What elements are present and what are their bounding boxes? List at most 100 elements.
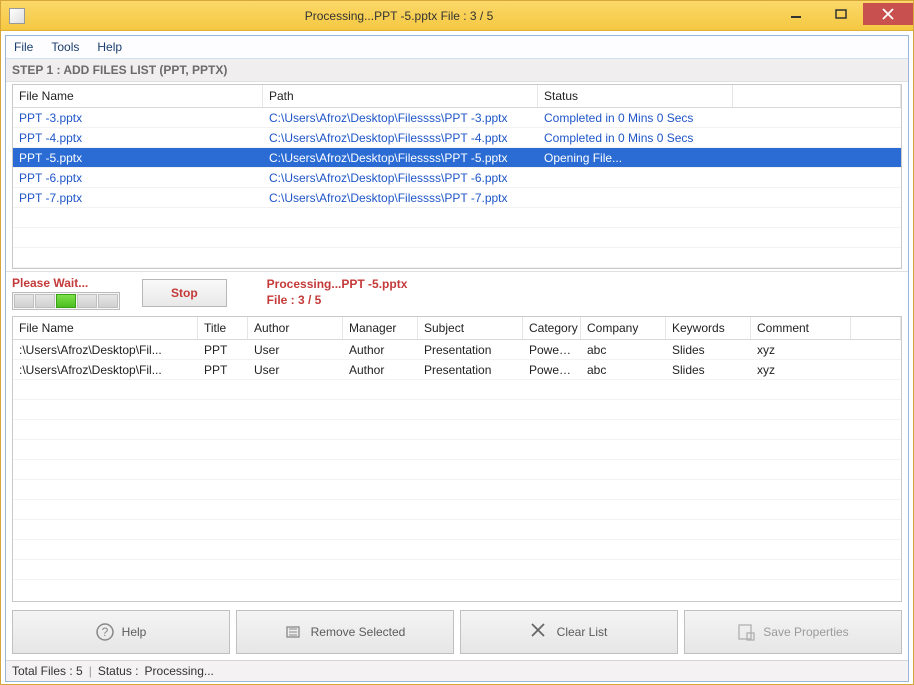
table-row-empty bbox=[13, 440, 901, 460]
table-row-empty bbox=[13, 480, 901, 500]
maximize-icon bbox=[835, 8, 847, 20]
table-row-empty bbox=[13, 560, 901, 580]
col2-manager[interactable]: Manager bbox=[343, 317, 418, 339]
progress-segment bbox=[77, 294, 97, 308]
col-extra bbox=[733, 85, 901, 107]
col-path[interactable]: Path bbox=[263, 85, 538, 107]
cell-extra bbox=[733, 196, 901, 200]
cell-keywords: Slides bbox=[666, 341, 751, 359]
col-filename[interactable]: File Name bbox=[13, 85, 263, 107]
statusbar: Total Files : 5 | Status : Processing... bbox=[6, 660, 908, 681]
processing-text: Processing...PPT -5.pptx File : 3 / 5 bbox=[267, 277, 408, 308]
cell-category: Powerp... bbox=[523, 341, 581, 359]
app-icon bbox=[9, 8, 25, 24]
col2-author[interactable]: Author bbox=[248, 317, 343, 339]
remove-button-label: Remove Selected bbox=[311, 625, 406, 639]
progress-bar bbox=[12, 292, 120, 310]
table-row-empty bbox=[13, 248, 901, 268]
properties-grid: File Name Title Author Manager Subject C… bbox=[12, 316, 902, 602]
cell-extra bbox=[733, 156, 901, 160]
progress-segment bbox=[14, 294, 34, 308]
window-title: Processing...PPT -5.pptx File : 3 / 5 bbox=[25, 9, 773, 23]
save-properties-button[interactable]: Save Properties bbox=[684, 610, 902, 654]
cell-status bbox=[538, 176, 733, 180]
cell-company: abc bbox=[581, 361, 666, 379]
cell-path: C:\Users\Afroz\Desktop\Filessss\PPT -3.p… bbox=[263, 109, 538, 127]
cell-path: C:\Users\Afroz\Desktop\Filessss\PPT -6.p… bbox=[263, 169, 538, 187]
clear-button-label: Clear List bbox=[557, 625, 608, 639]
save-icon bbox=[737, 623, 755, 641]
cell-company: abc bbox=[581, 341, 666, 359]
cell-filename: PPT -6.pptx bbox=[13, 169, 263, 187]
cell-path: C:\Users\Afroz\Desktop\Filessss\PPT -7.p… bbox=[263, 189, 538, 207]
menu-tools[interactable]: Tools bbox=[51, 40, 79, 54]
col2-company[interactable]: Company bbox=[581, 317, 666, 339]
cell-filename: PPT -5.pptx bbox=[13, 149, 263, 167]
cell-status: Completed in 0 Mins 0 Secs bbox=[538, 129, 733, 147]
table-row-empty bbox=[13, 460, 901, 480]
remove-icon bbox=[285, 623, 303, 641]
maximize-button[interactable] bbox=[818, 3, 863, 25]
table-row[interactable]: PPT -5.pptxC:\Users\Afroz\Desktop\Filess… bbox=[13, 148, 901, 168]
files-grid: File Name Path Status PPT -3.pptxC:\User… bbox=[12, 84, 902, 269]
progress-segment bbox=[98, 294, 118, 308]
col2-category[interactable]: Category bbox=[523, 317, 581, 339]
table-row[interactable]: PPT -7.pptxC:\Users\Afroz\Desktop\Filess… bbox=[13, 188, 901, 208]
properties-grid-header: File Name Title Author Manager Subject C… bbox=[13, 317, 901, 340]
stop-button[interactable]: Stop bbox=[142, 279, 227, 307]
progress-segment bbox=[56, 294, 76, 308]
status-value: Processing... bbox=[145, 664, 214, 678]
table-row-empty bbox=[13, 520, 901, 540]
status-total-files: Total Files : 5 bbox=[12, 664, 83, 678]
cell-title: PPT bbox=[198, 361, 248, 379]
table-row-empty bbox=[13, 420, 901, 440]
cell-filename: :\Users\Afroz\Desktop\Fil... bbox=[13, 341, 198, 359]
help-button[interactable]: ? Help bbox=[12, 610, 230, 654]
menu-file[interactable]: File bbox=[14, 40, 33, 54]
col2-comment[interactable]: Comment bbox=[751, 317, 851, 339]
table-row-empty bbox=[13, 380, 901, 400]
svg-text:?: ? bbox=[101, 625, 108, 639]
table-row[interactable]: PPT -6.pptxC:\Users\Afroz\Desktop\Filess… bbox=[13, 168, 901, 188]
cell-extra bbox=[851, 368, 901, 372]
col2-subject[interactable]: Subject bbox=[418, 317, 523, 339]
clear-icon bbox=[531, 623, 549, 641]
cell-keywords: Slides bbox=[666, 361, 751, 379]
cell-manager: Author bbox=[343, 341, 418, 359]
cell-author: User bbox=[248, 341, 343, 359]
clear-list-button[interactable]: Clear List bbox=[460, 610, 678, 654]
cell-author: User bbox=[248, 361, 343, 379]
table-row[interactable]: :\Users\Afroz\Desktop\Fil...PPTUserAutho… bbox=[13, 360, 901, 380]
col-status[interactable]: Status bbox=[538, 85, 733, 107]
minimize-icon bbox=[790, 8, 802, 20]
col2-filename[interactable]: File Name bbox=[13, 317, 198, 339]
minimize-button[interactable] bbox=[773, 3, 818, 25]
progress-segment bbox=[35, 294, 55, 308]
save-button-label: Save Properties bbox=[763, 625, 848, 639]
close-button[interactable] bbox=[863, 3, 913, 25]
table-row-empty bbox=[13, 500, 901, 520]
cell-subject: Presentation bbox=[418, 341, 523, 359]
cell-extra bbox=[851, 348, 901, 352]
table-row-empty bbox=[13, 208, 901, 228]
window-controls bbox=[773, 7, 913, 25]
cell-comment: xyz bbox=[751, 341, 851, 359]
cell-filename: :\Users\Afroz\Desktop\Fil... bbox=[13, 361, 198, 379]
main-frame: File Tools Help STEP 1 : ADD FILES LIST … bbox=[5, 35, 909, 682]
table-row-empty bbox=[13, 228, 901, 248]
remove-selected-button[interactable]: Remove Selected bbox=[236, 610, 454, 654]
cell-filename: PPT -3.pptx bbox=[13, 109, 263, 127]
files-grid-header: File Name Path Status bbox=[13, 85, 901, 108]
status-label: Status : bbox=[98, 664, 139, 678]
table-row[interactable]: PPT -3.pptxC:\Users\Afroz\Desktop\Filess… bbox=[13, 108, 901, 128]
close-icon bbox=[882, 8, 894, 20]
col2-extra bbox=[851, 317, 901, 339]
table-row[interactable]: :\Users\Afroz\Desktop\Fil...PPTUserAutho… bbox=[13, 340, 901, 360]
menu-help[interactable]: Help bbox=[97, 40, 122, 54]
menubar: File Tools Help bbox=[6, 36, 908, 59]
col2-title[interactable]: Title bbox=[198, 317, 248, 339]
table-row[interactable]: PPT -4.pptxC:\Users\Afroz\Desktop\Filess… bbox=[13, 128, 901, 148]
col2-keywords[interactable]: Keywords bbox=[666, 317, 751, 339]
properties-grid-body: :\Users\Afroz\Desktop\Fil...PPTUserAutho… bbox=[13, 340, 901, 580]
please-wait-label: Please Wait... bbox=[12, 276, 88, 290]
